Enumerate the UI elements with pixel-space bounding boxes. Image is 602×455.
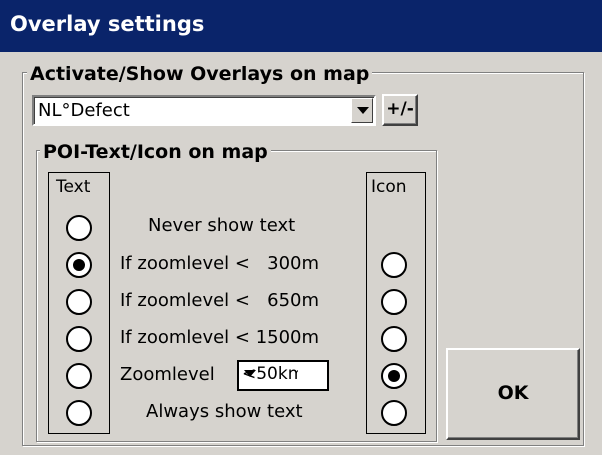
text-radio-zoomlevel[interactable] [66, 363, 92, 389]
text-radio-1500m[interactable] [66, 326, 92, 352]
poi-group-label: POI-Text/Icon on map [40, 141, 271, 163]
text-column-header: Text [56, 177, 91, 197]
icon-radio-650m[interactable] [381, 289, 407, 315]
overlay-select-value: NL°Defect [38, 100, 130, 121]
selected-dot [388, 370, 400, 382]
window-title: Overlay settings [10, 12, 205, 36]
zoomlevel-select[interactable]: <50km [237, 360, 329, 391]
option-label-650m: If zoomlevel < 650m [120, 290, 320, 311]
option-label-never: Never show text [148, 215, 296, 236]
text-radio-650m[interactable] [66, 289, 92, 315]
selected-dot [73, 259, 85, 271]
text-radio-always[interactable] [66, 400, 92, 426]
text-radio-never[interactable] [66, 215, 92, 241]
chevron-down-icon [244, 370, 256, 377]
ok-button[interactable]: OK [446, 348, 580, 440]
overlays-group-label: Activate/Show Overlays on map [27, 63, 373, 85]
overlay-select[interactable]: NL°Defect [32, 95, 376, 126]
chevron-down-icon [357, 107, 369, 114]
text-radio-300m[interactable] [66, 252, 92, 278]
option-label-zoomlevel: Zoomlevel [120, 364, 215, 385]
toggle-overlay-button-label: +/- [386, 99, 414, 119]
icon-radio-1500m[interactable] [381, 326, 407, 352]
option-label-300m: If zoomlevel < 300m [120, 253, 320, 274]
icon-radio-300m[interactable] [381, 252, 407, 278]
option-label-always: Always show text [146, 401, 303, 422]
overlay-select-dropdown-button[interactable] [351, 98, 373, 123]
icon-column-header: Icon [371, 177, 407, 197]
title-bar: Overlay settings [0, 0, 602, 52]
toggle-overlay-button[interactable]: +/- [382, 94, 418, 126]
icon-radio-always[interactable] [381, 400, 407, 426]
ok-button-label: OK [497, 382, 529, 404]
icon-radio-zoomlevel[interactable] [381, 363, 407, 389]
option-label-1500m: If zoomlevel < 1500m [120, 327, 320, 348]
